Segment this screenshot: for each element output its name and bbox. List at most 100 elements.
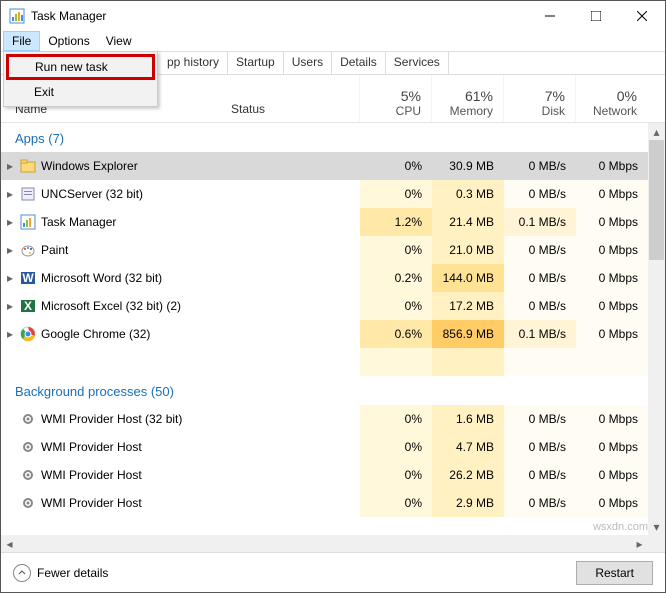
network-cell: 0 Mbps xyxy=(576,292,648,320)
menu-file[interactable]: File xyxy=(3,31,40,51)
watermark: wsxdn.com xyxy=(593,521,648,533)
process-row[interactable]: ▸WMicrosoft Word (32 bit)0.2%144.0 MB0 M… xyxy=(1,264,665,292)
disk-cell: 0.1 MB/s xyxy=(504,320,576,348)
process-name: Microsoft Word (32 bit) xyxy=(37,271,360,285)
app-icon xyxy=(19,186,37,202)
memory-cell: 26.2 MB xyxy=(432,461,504,489)
expand-icon[interactable]: ▸ xyxy=(1,327,19,341)
disk-cell: 0 MB/s xyxy=(504,180,576,208)
process-row[interactable]: ▸Task Manager1.2%21.4 MB0.1 MB/s0 Mbps xyxy=(1,208,665,236)
process-row[interactable]: ▸Google Chrome (32)0.6%856.9 MB0.1 MB/s0… xyxy=(1,320,665,348)
col-status[interactable]: Status xyxy=(231,102,359,122)
network-cell: 0 Mbps xyxy=(576,461,648,489)
tab-users[interactable]: Users xyxy=(284,52,332,74)
svg-text:W: W xyxy=(22,271,34,285)
cpu-cell: 0% xyxy=(360,292,432,320)
disk-cell: 0 MB/s xyxy=(504,461,576,489)
scroll-left-icon[interactable]: ◂ xyxy=(1,535,18,552)
process-row[interactable]: WMI Provider Host0%2.9 MB0 MB/s0 Mbps xyxy=(1,489,665,517)
menu-bar: File Options View Run new task Exit xyxy=(1,31,665,51)
restart-button[interactable]: Restart xyxy=(576,561,653,585)
disk-cell: 0 MB/s xyxy=(504,264,576,292)
app-icon xyxy=(19,495,37,511)
process-row[interactable]: ▸Windows Explorer0%30.9 MB0 MB/s0 Mbps xyxy=(1,152,665,180)
window-title: Task Manager xyxy=(31,9,527,23)
app-icon xyxy=(19,326,37,342)
chevron-up-icon xyxy=(13,564,31,582)
network-cell: 0 Mbps xyxy=(576,264,648,292)
network-cell: 0 Mbps xyxy=(576,405,648,433)
menu-options[interactable]: Options xyxy=(40,32,97,50)
menu-view[interactable]: View xyxy=(98,32,140,50)
expand-icon[interactable]: ▸ xyxy=(1,299,19,313)
cpu-cell: 0% xyxy=(360,405,432,433)
network-cell: 0 Mbps xyxy=(576,152,648,180)
expand-icon[interactable]: ▸ xyxy=(1,159,19,173)
scroll-thumb[interactable] xyxy=(649,140,664,260)
tab-details[interactable]: Details xyxy=(332,52,386,74)
cpu-cell: 0.2% xyxy=(360,264,432,292)
scroll-right-icon[interactable]: ▸ xyxy=(631,535,648,552)
network-cell: 0 Mbps xyxy=(576,489,648,517)
process-row[interactable]: WMI Provider Host0%26.2 MB0 MB/s0 Mbps xyxy=(1,461,665,489)
taskmanager-icon xyxy=(9,8,25,24)
process-name: Task Manager xyxy=(37,215,360,229)
col-network[interactable]: 0%Network xyxy=(575,75,647,122)
memory-cell: 856.9 MB xyxy=(432,320,504,348)
disk-cell: 0 MB/s xyxy=(504,152,576,180)
title-bar: Task Manager xyxy=(1,1,665,31)
process-name: WMI Provider Host xyxy=(37,496,360,510)
maximize-button[interactable] xyxy=(573,1,619,31)
process-row[interactable]: ▸UNCServer (32 bit)0%0.3 MB0 MB/s0 Mbps xyxy=(1,180,665,208)
footer: Fewer details Restart xyxy=(1,552,665,592)
disk-cell: 0 MB/s xyxy=(504,489,576,517)
app-icon xyxy=(19,439,37,455)
tab-startup[interactable]: Startup xyxy=(228,52,284,74)
disk-cell: 0 MB/s xyxy=(504,405,576,433)
scroll-up-icon[interactable]: ▴ xyxy=(649,123,664,140)
disk-cell: 0 MB/s xyxy=(504,236,576,264)
process-row[interactable]: WMI Provider Host0%4.7 MB0 MB/s0 Mbps xyxy=(1,433,665,461)
process-list: Apps (7)▸Windows Explorer0%30.9 MB0 MB/s… xyxy=(1,123,665,535)
expand-icon[interactable]: ▸ xyxy=(1,187,19,201)
col-cpu[interactable]: 5%CPU xyxy=(359,75,431,122)
col-disk[interactable]: 7%Disk xyxy=(503,75,575,122)
cpu-cell: 0% xyxy=(360,461,432,489)
network-cell: 0 Mbps xyxy=(576,208,648,236)
tab-apphistory[interactable]: pp history xyxy=(159,52,228,74)
file-dropdown: Run new task Exit xyxy=(3,51,158,107)
expand-icon[interactable]: ▸ xyxy=(1,215,19,229)
process-row[interactable]: ▸ X Microsoft Excel (32 bit) (2)0%17.2 MB 0… xyxy=(1,292,665,320)
expand-icon[interactable]: ▸ xyxy=(1,271,19,285)
app-icon: X xyxy=(19,298,37,314)
process-name: Paint xyxy=(37,243,360,257)
col-memory[interactable]: 61%Memory xyxy=(431,75,503,122)
memory-cell: 17.2 MB xyxy=(432,292,504,320)
group-background[interactable]: Background processes (50) xyxy=(1,376,665,405)
exit-item[interactable]: Exit xyxy=(6,80,155,104)
process-row[interactable]: ▸Paint0%21.0 MB0 MB/s0 Mbps xyxy=(1,236,665,264)
process-name: WMI Provider Host xyxy=(37,468,360,482)
horizontal-scrollbar[interactable]: ◂ ▸ xyxy=(1,535,665,552)
tab-services[interactable]: Services xyxy=(386,52,449,74)
group-apps[interactable]: Apps (7) xyxy=(1,123,665,152)
fewer-details-link[interactable]: Fewer details xyxy=(13,564,108,582)
app-icon xyxy=(19,467,37,483)
vertical-scrollbar[interactable]: ▴ ▾ xyxy=(648,123,665,535)
memory-cell: 30.9 MB xyxy=(432,152,504,180)
scroll-down-icon[interactable]: ▾ xyxy=(649,518,664,535)
app-icon xyxy=(19,411,37,427)
memory-cell: 21.0 MB xyxy=(432,236,504,264)
process-name: Microsoft Excel (32 bit) (2) xyxy=(37,299,360,313)
svg-text:X: X xyxy=(24,299,32,313)
app-icon xyxy=(19,214,37,230)
close-button[interactable] xyxy=(619,1,665,31)
memory-cell: 2.9 MB xyxy=(432,489,504,517)
process-name: WMI Provider Host xyxy=(37,440,360,454)
process-row[interactable]: WMI Provider Host (32 bit)0%1.6 MB0 MB/s… xyxy=(1,405,665,433)
expand-icon[interactable]: ▸ xyxy=(1,243,19,257)
minimize-button[interactable] xyxy=(527,1,573,31)
network-cell: 0 Mbps xyxy=(576,236,648,264)
app-icon: W xyxy=(19,270,37,286)
run-new-task-item[interactable]: Run new task xyxy=(6,54,155,80)
